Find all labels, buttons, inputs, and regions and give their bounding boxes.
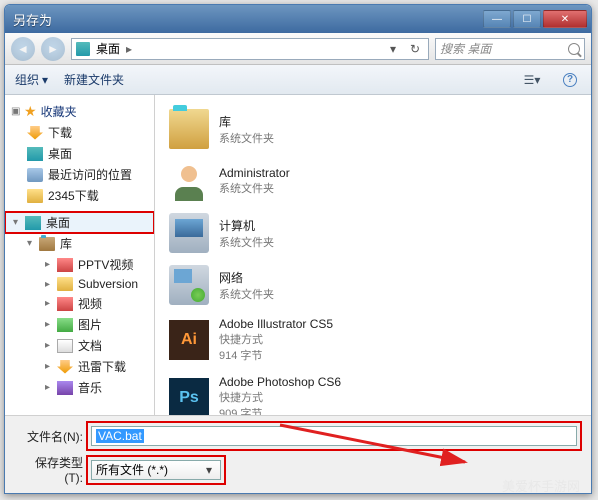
search-icon <box>568 43 580 55</box>
body-area: ▣ ★ 收藏夹 下载 桌面 最近访问的位置 2345下载 ▾ 桌面 ▾ <box>5 95 591 415</box>
help-button[interactable]: ? <box>559 69 581 91</box>
address-bar[interactable]: 桌面 ▸ ▾ ↻ <box>71 38 429 60</box>
sidebar-item-music[interactable]: ▸音乐 <box>5 377 154 398</box>
image-icon <box>57 318 73 332</box>
minimize-button[interactable]: — <box>483 10 511 28</box>
file-list[interactable]: 库系统文件夹 Administrator系统文件夹 计算机系统文件夹 网络系统文… <box>155 95 591 415</box>
window-title: 另存为 <box>13 10 483 29</box>
recent-icon <box>27 168 43 182</box>
filetype-combo[interactable]: 所有文件 (*.*) ▾ <box>91 460 221 480</box>
computer-icon <box>169 213 209 253</box>
desktop-icon <box>25 216 41 230</box>
sidebar-item-2345[interactable]: 2345下载 <box>5 185 154 206</box>
chevron-right-icon: ▸ <box>126 42 132 56</box>
library-icon <box>39 237 55 251</box>
libraries-icon <box>169 109 209 149</box>
view-options-button[interactable]: ☰▾ <box>521 69 543 91</box>
sidebar-item-pptv[interactable]: ▸PPTV视频 <box>5 254 154 275</box>
document-icon <box>57 339 73 353</box>
list-item[interactable]: 计算机系统文件夹 <box>165 207 581 259</box>
sidebar-item-recent[interactable]: 最近访问的位置 <box>5 164 154 185</box>
chevron-down-icon: ▾ <box>202 463 216 477</box>
navigation-pane: ▣ ★ 收藏夹 下载 桌面 最近访问的位置 2345下载 ▾ 桌面 ▾ <box>5 95 155 415</box>
music-icon <box>57 381 73 395</box>
video-icon <box>57 258 73 272</box>
filename-input[interactable]: VAC.bat <box>91 426 577 446</box>
new-folder-button[interactable]: 新建文件夹 <box>64 71 124 88</box>
watermark-text: 美爱杯手游网 <box>502 476 580 495</box>
star-icon: ★ <box>24 103 37 120</box>
filename-label: 文件名(N): <box>17 428 83 445</box>
organize-button[interactable]: 组织▾ <box>15 71 48 88</box>
list-item[interactable]: 网络系统文件夹 <box>165 259 581 311</box>
close-button[interactable]: ✕ <box>543 10 587 28</box>
list-item[interactable]: Administrator系统文件夹 <box>165 155 581 207</box>
search-input[interactable]: 搜索 桌面 <box>435 38 585 60</box>
illustrator-icon: Ai <box>169 320 209 360</box>
nav-forward-button[interactable]: ► <box>41 37 65 61</box>
save-as-dialog: 另存为 — ☐ ✕ ◄ ► 桌面 ▸ ▾ ↻ 搜索 桌面 组织▾ 新建文件夹 ☰… <box>4 4 592 494</box>
user-icon <box>169 161 209 201</box>
expand-icon[interactable]: ▾ <box>11 217 20 228</box>
folder-icon <box>27 189 43 203</box>
sidebar-item-downloads[interactable]: 下载 <box>5 122 154 143</box>
breadcrumb-item[interactable]: 桌面 <box>94 40 122 57</box>
sidebar-item-xunlei[interactable]: ▸迅雷下载 <box>5 356 154 377</box>
expand-icon[interactable]: ▾ <box>25 238 34 249</box>
sidebar-item-video[interactable]: ▸视频 <box>5 293 154 314</box>
dropdown-icon[interactable]: ▾ <box>384 42 402 56</box>
sidebar-item-pictures[interactable]: ▸图片 <box>5 314 154 335</box>
desktop-icon <box>27 147 43 161</box>
list-item[interactable]: Ps Adobe Photoshop CS6快捷方式909 字节 <box>165 369 581 415</box>
maximize-button[interactable]: ☐ <box>513 10 541 28</box>
download-icon <box>27 126 43 140</box>
sidebar-item-svn[interactable]: ▸Subversion <box>5 275 154 293</box>
list-item[interactable]: Ai Adobe Illustrator CS5快捷方式914 字节 <box>165 311 581 369</box>
title-bar: 另存为 — ☐ ✕ <box>5 5 591 33</box>
network-icon <box>169 265 209 305</box>
command-toolbar: 组织▾ 新建文件夹 ☰▾ ? <box>5 65 591 95</box>
desktop-icon <box>76 42 90 56</box>
favorites-header[interactable]: ▣ ★ 收藏夹 <box>5 101 154 122</box>
sidebar-item-desktop[interactable]: 桌面 <box>5 143 154 164</box>
list-item[interactable]: 库系统文件夹 <box>165 103 581 155</box>
sidebar-item-docs[interactable]: ▸文档 <box>5 335 154 356</box>
refresh-icon[interactable]: ↻ <box>406 42 424 56</box>
folder-icon <box>57 277 73 291</box>
filetype-label: 保存类型(T): <box>17 454 83 485</box>
photoshop-icon: Ps <box>169 378 209 415</box>
sidebar-item-libraries[interactable]: ▾ 库 <box>5 233 154 254</box>
sidebar-item-desktop-current[interactable]: ▾ 桌面 <box>5 212 154 233</box>
download-icon <box>57 360 73 374</box>
nav-back-button[interactable]: ◄ <box>11 37 35 61</box>
video-icon <box>57 297 73 311</box>
search-placeholder: 搜索 桌面 <box>440 40 491 57</box>
collapse-icon: ▣ <box>11 106 20 117</box>
navigation-bar: ◄ ► 桌面 ▸ ▾ ↻ 搜索 桌面 <box>5 33 591 65</box>
